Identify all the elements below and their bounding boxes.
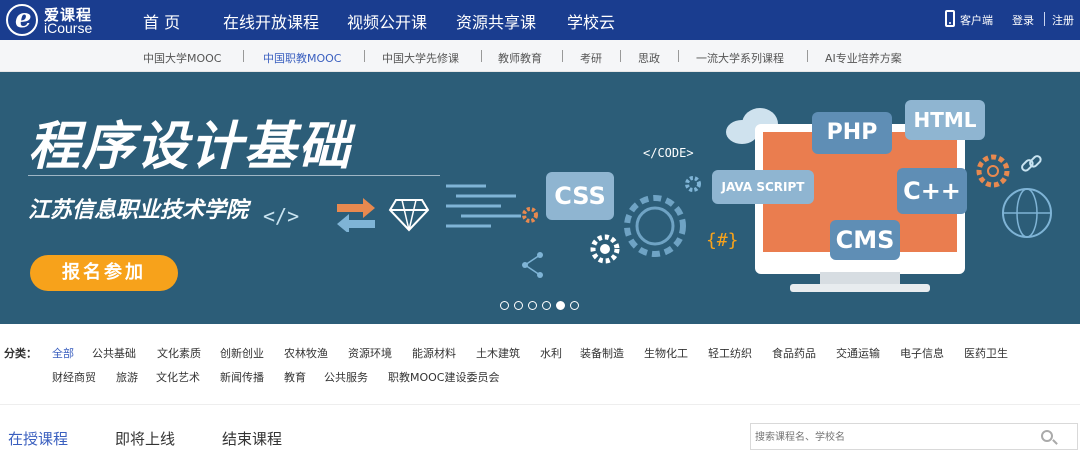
carousel-dot[interactable]	[570, 301, 579, 310]
category-item[interactable]: 生物化工	[644, 345, 688, 361]
search-icon[interactable]	[1041, 430, 1053, 442]
php-bubble: PHP	[812, 112, 892, 154]
search-input[interactable]	[755, 428, 1025, 446]
category-item[interactable]: 医药卫生	[964, 345, 1008, 361]
category-item[interactable]: 电子信息	[900, 345, 944, 361]
javascript-bubble: JAVA SCRIPT	[712, 170, 814, 204]
carousel-dot[interactable]	[542, 301, 551, 310]
category-item[interactable]: 土木建筑	[476, 345, 520, 361]
cpp-bubble: C++	[897, 168, 967, 214]
hash-icon: {#}	[706, 230, 739, 251]
top-navigation-bar: e 爱课程 iCourse 首 页 在线开放课程 视频公开课 资源共享课 学校云…	[0, 0, 1080, 40]
signup-button[interactable]: 报名参加	[30, 255, 178, 291]
monitor-base	[790, 284, 930, 292]
subnav-item-teacher-education[interactable]: 教师教育	[498, 50, 542, 66]
phone-icon[interactable]	[945, 10, 955, 27]
carousel-dot[interactable]	[514, 301, 523, 310]
logo-icon: e	[6, 4, 38, 36]
gear-icon	[624, 195, 686, 257]
category-item[interactable]: 轻工纺织	[708, 345, 752, 361]
category-item[interactable]: 能源材料	[412, 345, 456, 361]
code-tag-icon: </>	[263, 204, 300, 228]
tab-upcoming-courses[interactable]: 即将上线	[115, 428, 175, 449]
register-link[interactable]: 注册	[1052, 12, 1074, 28]
nav-home[interactable]: 首 页	[143, 9, 180, 33]
tab-ended-courses[interactable]: 结束课程	[222, 428, 282, 449]
login-link[interactable]: 登录	[1012, 12, 1034, 28]
nav-video-open-courses[interactable]: 视频公开课	[347, 9, 427, 33]
category-item[interactable]: 教育	[284, 369, 306, 385]
tab-ongoing-courses[interactable]: 在授课程	[8, 428, 68, 449]
category-item[interactable]: 资源环境	[348, 345, 392, 361]
code-label: </CODE>	[643, 146, 694, 160]
category-item[interactable]: 农林牧渔	[284, 345, 328, 361]
sub-navigation-bar: 中国大学MOOC 中国职教MOOC 中国大学先修课 教师教育 考研 思政 一流大…	[0, 40, 1080, 72]
divider	[0, 404, 1080, 405]
category-label: 分类：	[4, 347, 37, 360]
subnav-item-ai-program[interactable]: AI专业培养方案	[825, 50, 902, 66]
category-item[interactable]: 财经商贸	[52, 369, 96, 385]
client-link[interactable]: 客户端	[960, 12, 993, 28]
hero-banner[interactable]: 程序设计基础 江苏信息职业技术学院 报名参加 </> </CODE> HTML …	[0, 72, 1080, 324]
carousel-dot[interactable]	[528, 301, 537, 310]
cms-bubble: CMS	[830, 220, 900, 260]
category-item[interactable]: 职教MOOC建设委员会	[388, 369, 500, 385]
gear-icon	[522, 207, 538, 223]
category-item[interactable]: 文化素质	[157, 345, 201, 361]
carousel-dot-active[interactable]	[556, 301, 565, 310]
category-item[interactable]: 旅游	[116, 369, 138, 385]
gear-icon	[590, 234, 620, 264]
divider	[620, 50, 621, 62]
divider	[481, 50, 482, 62]
search-box	[750, 423, 1078, 450]
data-lines-icon	[446, 184, 521, 228]
divider	[243, 50, 244, 62]
category-item[interactable]: 交通运输	[836, 345, 880, 361]
divider	[807, 50, 808, 62]
divider	[28, 175, 440, 176]
divider	[562, 50, 563, 62]
logo-text-en: iCourse	[44, 20, 93, 36]
share-icon	[522, 252, 543, 278]
gear-icon	[685, 176, 701, 192]
category-item[interactable]: 创新创业	[220, 345, 264, 361]
banner-school-name: 江苏信息职业技术学院	[28, 198, 249, 223]
subnav-item-advanced-placement[interactable]: 中国大学先修课	[382, 50, 459, 66]
divider	[364, 50, 365, 62]
css-bubble: CSS	[546, 172, 614, 220]
logo[interactable]: e 爱课程 iCourse	[6, 3, 106, 37]
banner-title: 程序设计基础	[28, 117, 353, 177]
carousel-dot[interactable]	[500, 301, 509, 310]
category-item[interactable]: 食品药品	[772, 345, 816, 361]
category-item[interactable]: 新闻传播	[220, 369, 264, 385]
arrows-icon	[337, 198, 375, 232]
diamond-icon	[388, 199, 430, 232]
category-item[interactable]: 装备制造	[580, 345, 624, 361]
nav-school-cloud[interactable]: 学校云	[567, 9, 615, 33]
subnav-item-ideology[interactable]: 思政	[638, 50, 660, 66]
link-icon	[1021, 155, 1042, 172]
globe-icon	[1002, 188, 1052, 238]
category-all[interactable]: 全部	[52, 345, 74, 361]
subnav-item-postgrad-exam[interactable]: 考研	[580, 50, 602, 66]
subnav-item-vocational-mooc[interactable]: 中国职教MOOC	[263, 50, 342, 66]
divider	[678, 50, 679, 62]
category-item[interactable]: 水利	[540, 345, 562, 361]
divider	[1044, 12, 1045, 26]
nav-resource-sharing[interactable]: 资源共享课	[456, 9, 536, 33]
subnav-item-top-university-courses[interactable]: 一流大学系列课程	[696, 50, 784, 66]
category-item[interactable]: 公共服务	[324, 369, 368, 385]
category-item[interactable]: 公共基础	[92, 345, 136, 361]
category-item[interactable]: 文化艺术	[156, 369, 200, 385]
subnav-item-university-mooc[interactable]: 中国大学MOOC	[143, 50, 222, 66]
html-bubble: HTML	[905, 100, 985, 140]
nav-open-courses[interactable]: 在线开放课程	[223, 9, 319, 33]
